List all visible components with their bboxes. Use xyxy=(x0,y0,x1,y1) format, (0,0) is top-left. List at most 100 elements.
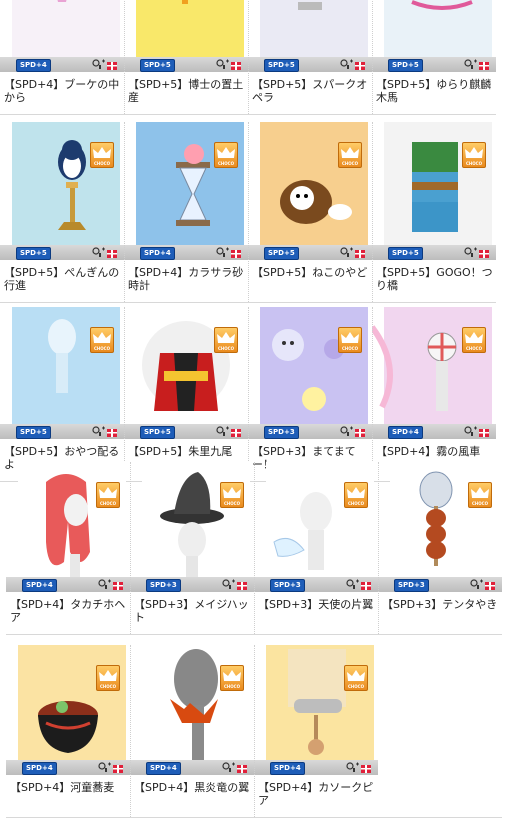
item-card[interactable]: CHOCO SPD+4 【SPD+4】河童蕎麦 xyxy=(6,645,130,817)
zoom-icon[interactable] xyxy=(222,579,236,590)
item-name-link[interactable]: 【SPD+5】GOGO！つり橋 xyxy=(376,266,494,292)
gift-icon[interactable] xyxy=(113,579,123,590)
item-card[interactable]: CHOCO SPD+4 【SPD+4】カソークピア xyxy=(254,645,378,817)
zoom-icon[interactable] xyxy=(98,579,112,590)
gift-icon[interactable] xyxy=(231,59,241,70)
column-divider xyxy=(248,0,249,114)
item-card[interactable]: SPD+4 【SPD+4】ブーケの中から xyxy=(0,0,124,114)
item-name-link[interactable]: 【SPD+5】スパークオペラ xyxy=(252,78,370,104)
item-thumbnail[interactable]: CHOCO SPD+3 xyxy=(248,307,372,439)
gift-icon[interactable] xyxy=(237,579,247,590)
item-name-link[interactable]: 【SPD+4】カラサラ砂時計 xyxy=(128,266,246,292)
item-thumbnail[interactable]: CHOCO SPD+3 xyxy=(130,462,254,592)
speed-badge: SPD+4 xyxy=(22,579,57,592)
item-name-link[interactable]: 【SPD+5】朱里九尾 xyxy=(128,445,246,458)
gift-icon[interactable] xyxy=(237,762,247,773)
item-thumbnail[interactable]: CHOCO SPD+3 xyxy=(378,462,502,592)
gift-icon[interactable] xyxy=(485,579,495,590)
item-thumbnail[interactable]: CHOCO SPD+5 xyxy=(0,122,124,260)
item-card[interactable]: CHOCO SPD+5 【SPD+5】GOGO！つり橋 xyxy=(372,122,496,302)
item-thumbnail[interactable]: CHOCO SPD+3 xyxy=(254,462,378,592)
item-thumbnail[interactable]: CHOCO SPD+4 xyxy=(6,645,130,775)
item-card[interactable]: CHOCO SPD+5 【SPD+5】ぺんぎんの行進 xyxy=(0,122,124,302)
gift-icon[interactable] xyxy=(231,426,241,437)
item-thumbnail[interactable]: CHOCO SPD+4 xyxy=(254,645,378,775)
item-card[interactable]: CHOCO SPD+5 【SPD+5】おやつ配るよ xyxy=(0,307,124,481)
zoom-icon[interactable] xyxy=(340,59,354,70)
item-name-link[interactable]: 【SPD+4】黒炎竜の翼 xyxy=(134,781,252,794)
item-thumbnail[interactable]: CHOCO SPD+5 xyxy=(0,307,124,439)
item-name-link[interactable]: 【SPD+3】テンタやき xyxy=(382,598,500,611)
item-card[interactable]: SPD+5 【SPD+5】ゆらり麒麟木馬 xyxy=(372,0,496,114)
gift-icon[interactable] xyxy=(113,762,123,773)
item-thumbnail[interactable]: CHOCO SPD+5 xyxy=(124,307,248,439)
item-thumbnail[interactable]: SPD+4 xyxy=(0,0,124,72)
gift-icon[interactable] xyxy=(479,426,489,437)
zoom-icon[interactable] xyxy=(464,59,478,70)
gift-icon[interactable] xyxy=(479,247,489,258)
speed-badge: SPD+5 xyxy=(16,426,51,439)
item-card[interactable]: CHOCO SPD+4 【SPD+4】黒炎竜の翼 xyxy=(130,645,254,817)
item-card[interactable]: CHOCO SPD+4 【SPD+4】カラサラ砂時計 xyxy=(124,122,248,302)
gift-icon[interactable] xyxy=(361,579,371,590)
zoom-icon[interactable] xyxy=(464,426,478,437)
gift-icon[interactable] xyxy=(355,426,365,437)
item-info-bar: SPD+4 xyxy=(6,577,130,592)
item-thumbnail[interactable]: CHOCO SPD+4 xyxy=(130,645,254,775)
gift-icon[interactable] xyxy=(107,247,117,258)
gift-icon[interactable] xyxy=(107,59,117,70)
item-name-link[interactable]: 【SPD+4】霧の風車 xyxy=(376,445,494,458)
gift-icon[interactable] xyxy=(107,426,117,437)
gift-icon[interactable] xyxy=(355,247,365,258)
item-thumbnail[interactable]: SPD+5 xyxy=(124,0,248,72)
item-thumbnail[interactable]: CHOCO SPD+4 xyxy=(372,307,496,439)
item-thumbnail[interactable]: SPD+5 xyxy=(372,0,496,72)
item-thumbnail[interactable]: CHOCO SPD+5 xyxy=(372,122,496,260)
item-card[interactable]: CHOCO SPD+5 【SPD+5】朱里九尾 xyxy=(124,307,248,481)
gift-icon[interactable] xyxy=(231,247,241,258)
item-card[interactable]: CHOCO SPD+4 【SPD+4】霧の風車 xyxy=(372,307,496,481)
badge-label: CHOCO xyxy=(99,684,117,689)
item-card[interactable]: SPD+5 【SPD+5】スパークオペラ xyxy=(248,0,372,114)
item-thumbnail[interactable]: CHOCO SPD+4 xyxy=(6,462,130,592)
item-name-link[interactable]: 【SPD+4】カソークピア xyxy=(258,781,376,807)
item-name-link[interactable]: 【SPD+5】ねこのやど xyxy=(252,266,370,279)
item-card[interactable]: CHOCO SPD+3 【SPD+3】天使の片翼 xyxy=(254,462,378,634)
item-thumbnail[interactable]: SPD+5 xyxy=(248,0,372,72)
crown-badge-icon: CHOCO xyxy=(220,665,244,691)
item-name-link[interactable]: 【SPD+5】博士の置土産 xyxy=(128,78,246,104)
gift-icon[interactable] xyxy=(361,762,371,773)
zoom-icon[interactable] xyxy=(92,247,106,258)
zoom-icon[interactable] xyxy=(222,762,236,773)
zoom-icon[interactable] xyxy=(92,426,106,437)
zoom-icon[interactable] xyxy=(216,426,230,437)
gift-icon[interactable] xyxy=(355,59,365,70)
item-card[interactable]: CHOCO SPD+3 【SPD+3】テンタやき xyxy=(378,462,502,634)
item-card[interactable]: CHOCO SPD+3 【SPD+3】メイジハット xyxy=(130,462,254,634)
zoom-icon[interactable] xyxy=(470,579,484,590)
item-name-link[interactable]: 【SPD+4】河童蕎麦 xyxy=(10,781,128,794)
item-thumbnail[interactable]: CHOCO SPD+4 xyxy=(124,122,248,260)
zoom-icon[interactable] xyxy=(464,247,478,258)
item-name-link[interactable]: 【SPD+3】天使の片翼 xyxy=(258,598,376,611)
zoom-icon[interactable] xyxy=(346,579,360,590)
zoom-icon[interactable] xyxy=(340,426,354,437)
zoom-icon[interactable] xyxy=(346,762,360,773)
item-name-link[interactable]: 【SPD+3】メイジハット xyxy=(134,598,252,624)
item-card[interactable]: CHOCO SPD+3 【SPD+3】まてまてー！ xyxy=(248,307,372,481)
item-name-link[interactable]: 【SPD+5】ぺんぎんの行進 xyxy=(4,266,122,292)
item-card[interactable]: CHOCO SPD+5 【SPD+5】ねこのやど xyxy=(248,122,372,302)
item-thumbnail[interactable]: CHOCO SPD+5 xyxy=(248,122,372,260)
crown-badge-icon: CHOCO xyxy=(96,665,120,691)
zoom-icon[interactable] xyxy=(216,59,230,70)
item-card[interactable]: CHOCO SPD+4 【SPD+4】タカチホヘア xyxy=(6,462,130,634)
item-card[interactable]: SPD+5 【SPD+5】博士の置土産 xyxy=(124,0,248,114)
zoom-icon[interactable] xyxy=(92,59,106,70)
zoom-icon[interactable] xyxy=(216,247,230,258)
zoom-icon[interactable] xyxy=(98,762,112,773)
item-name-link[interactable]: 【SPD+4】タカチホヘア xyxy=(10,598,128,624)
item-name-link[interactable]: 【SPD+5】ゆらり麒麟木馬 xyxy=(376,78,494,104)
zoom-icon[interactable] xyxy=(340,247,354,258)
item-name-link[interactable]: 【SPD+4】ブーケの中から xyxy=(4,78,122,104)
gift-icon[interactable] xyxy=(479,59,489,70)
